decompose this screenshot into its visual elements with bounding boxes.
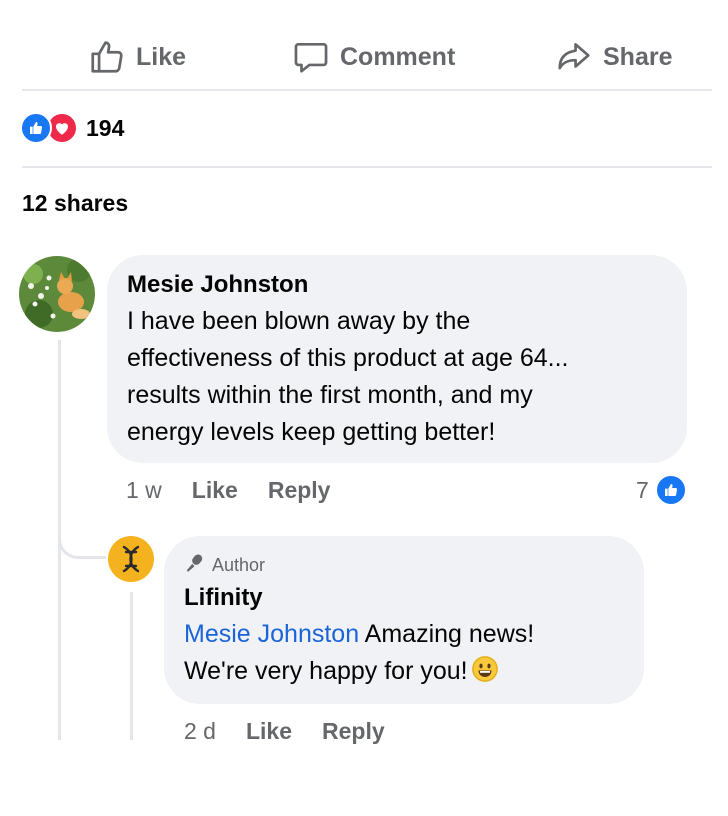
comment-label: Comment (340, 42, 456, 71)
thread-line (130, 592, 133, 740)
reactions-summary[interactable]: 194 (20, 112, 124, 144)
like-count-value: 7 (636, 476, 649, 503)
like-button[interactable]: Like (88, 36, 186, 78)
reply-text: Mesie Johnston Amazing news! We're very … (184, 616, 634, 690)
reply-text-fragment: Amazing news! (359, 620, 535, 648)
like-reaction-icon (654, 474, 687, 506)
share-label: Share (603, 42, 673, 71)
reply-bubble: Author Lifinity Mesie Johnston Amazing n… (164, 536, 644, 704)
comment-text-line: energy levels keep getting better! (127, 418, 496, 446)
comment-bubble: Mesie Johnston I have been blown away by… (107, 255, 687, 463)
shares-count[interactable]: 12 shares (22, 190, 128, 217)
author-badge-label: Author (212, 555, 266, 575)
comment-like-count[interactable]: 7 (636, 474, 687, 506)
author-badge: Author (184, 552, 265, 579)
reply-author[interactable]: Lifinity (184, 584, 263, 612)
reply-meta: 2 d Like Reply (184, 718, 385, 745)
divider (22, 166, 712, 168)
reply-like-button[interactable]: Like (246, 718, 292, 745)
comment-reply-button[interactable]: Reply (268, 477, 331, 504)
comment-text-line: results within the first month, and my (127, 381, 533, 409)
thread-connector (58, 515, 106, 559)
microphone-icon (184, 552, 206, 579)
comment-author[interactable]: Mesie Johnston (127, 271, 308, 299)
comment-time[interactable]: 1 w (126, 477, 162, 504)
comment-text-line: I have been blown away by the (127, 307, 471, 335)
like-reaction-icon (20, 112, 52, 144)
mention-link[interactable]: Mesie Johnston (184, 620, 359, 648)
share-button[interactable]: Share (555, 36, 672, 78)
reply-reply-button[interactable]: Reply (322, 718, 385, 745)
author-avatar[interactable] (108, 536, 154, 582)
reply-text-line: We're very happy for you! (184, 653, 634, 690)
comment-bubble-icon (292, 38, 330, 76)
smiley-emoji-icon (471, 656, 498, 682)
like-label: Like (136, 42, 187, 71)
comment-text: I have been blown away by the effectiven… (127, 303, 677, 451)
reply-time[interactable]: 2 d (184, 718, 216, 745)
comment-meta: 1 w Like Reply (126, 477, 330, 504)
share-arrow-icon (555, 38, 593, 76)
reply-text-fragment: We're very happy for you! (184, 657, 468, 685)
comment-text-line: effectiveness of this product at age 64.… (127, 344, 569, 372)
reaction-count: 194 (86, 114, 125, 141)
comment-like-button[interactable]: Like (192, 477, 238, 504)
divider (22, 89, 712, 91)
comment-button[interactable]: Comment (292, 36, 455, 78)
reply-text-line: Mesie Johnston Amazing news! (184, 616, 634, 653)
thumbs-up-icon (88, 38, 126, 76)
avatar[interactable] (19, 256, 95, 332)
